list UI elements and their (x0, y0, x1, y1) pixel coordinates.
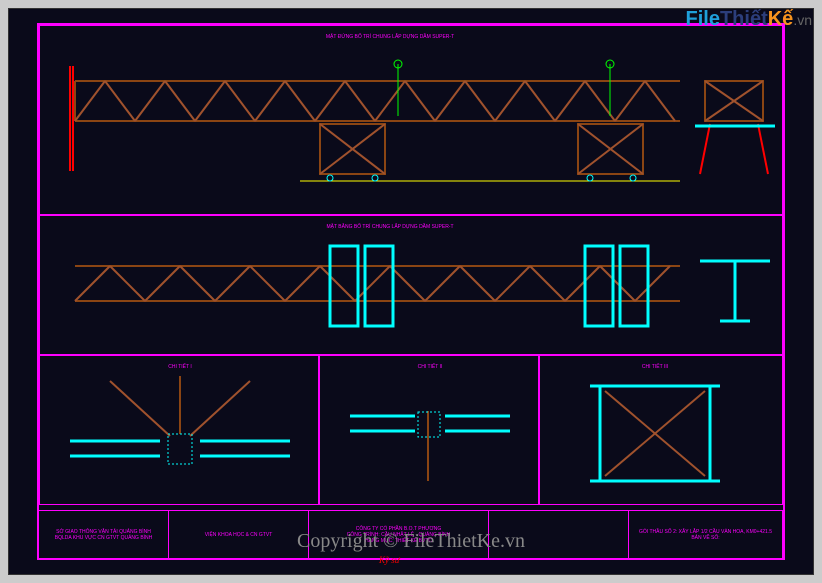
plan-drawing: MẶT BẰNG BỐ TRÍ CHUNG LẮP DỰNG DẦM SUPER… (40, 216, 782, 354)
section5-title: CHI TIẾT III (642, 363, 668, 370)
truss-diagonals (75, 81, 675, 121)
drawing-frame: MẶT ĐỨNG BỐ TRÍ CHUNG LẮP DỰNG DẦM SUPER… (37, 23, 785, 560)
section1-title: MẶT ĐỨNG BỐ TRÍ CHUNG LẮP DỰNG DẦM SUPER… (326, 32, 454, 40)
detail1-drawing: CHI TIẾT I (40, 356, 318, 504)
plan-section-detail (700, 261, 770, 321)
section-plan: MẶT BẰNG BỐ TRÍ CHUNG LẮP DỰNG DẦM SUPER… (39, 215, 783, 355)
section-elevation: MẶT ĐỨNG BỐ TRÍ CHUNG LẮP DỰNG DẦM SUPER… (39, 25, 783, 215)
node-connection (70, 376, 290, 464)
section-detail-3: CHI TIẾT III (539, 355, 783, 505)
copyright-text: Copyright © FileThietKe.vn (0, 530, 822, 553)
wm-part1: File (686, 8, 720, 30)
support-tower-1 (320, 124, 385, 174)
section2-title: MẶT BẰNG BỐ TRÍ CHUNG LẮP DỰNG DẦM SUPER… (326, 222, 453, 230)
wm-part2: Thiết (720, 8, 768, 30)
section3-title: CHI TIẾT I (168, 363, 191, 370)
support-tower-2 (578, 124, 643, 174)
wm-part3: Kế (768, 8, 794, 30)
detail3-drawing: CHI TIẾT III (540, 356, 782, 504)
section-detail-2: CHI TIẾT II (319, 355, 539, 505)
section-detail-1: CHI TIẾT I (39, 355, 319, 505)
signature-mark: Kỹ sư (379, 555, 400, 565)
plan-diagonals (75, 266, 670, 301)
truss-web-1 (70, 66, 75, 171)
detail2-drawing: CHI TIẾT II (320, 356, 538, 504)
section4-title: CHI TIẾT II (418, 363, 443, 370)
cad-canvas[interactable]: MẶT ĐỨNG BỐ TRÍ CHUNG LẮP DỰNG DẦM SUPER… (8, 8, 814, 575)
wm-suffix: .vn (793, 12, 812, 28)
site-watermark: FileThiếtKế.vn (686, 8, 813, 31)
t-connection (350, 411, 510, 481)
app-frame: MẶT ĐỨNG BỐ TRÍ CHUNG LẮP DỰNG DẦM SUPER… (0, 0, 822, 583)
end-elevation (695, 81, 775, 174)
brace-panel (590, 386, 720, 481)
elevation-drawing: MẶT ĐỨNG BỐ TRÍ CHUNG LẮP DỰNG DẦM SUPER… (40, 26, 782, 214)
